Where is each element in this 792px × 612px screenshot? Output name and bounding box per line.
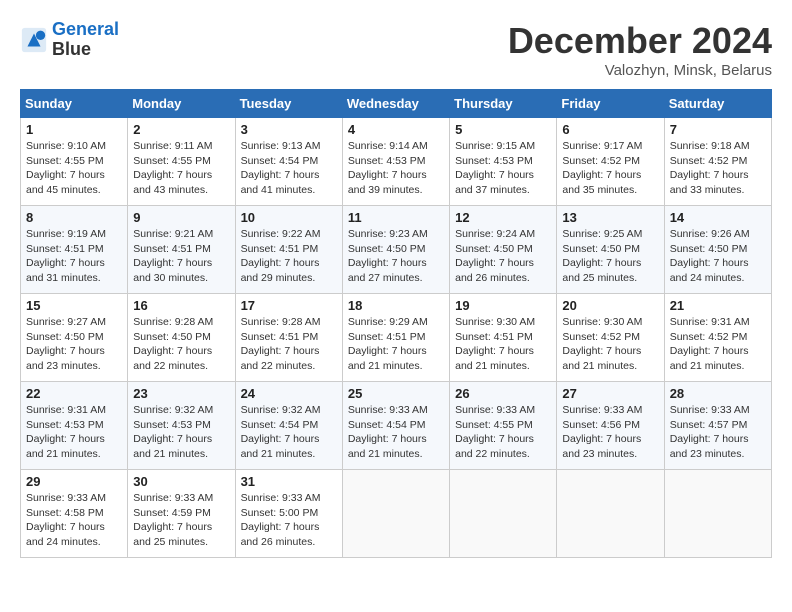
table-row: 10Sunrise: 9:22 AMSunset: 4:51 PMDayligh… [235, 206, 342, 294]
table-row: 8Sunrise: 9:19 AMSunset: 4:51 PMDaylight… [21, 206, 128, 294]
table-row: 23Sunrise: 9:32 AMSunset: 4:53 PMDayligh… [128, 382, 235, 470]
calendar-table: Sunday Monday Tuesday Wednesday Thursday… [20, 89, 772, 558]
table-row: 28Sunrise: 9:33 AMSunset: 4:57 PMDayligh… [664, 382, 771, 470]
col-friday: Friday [557, 90, 664, 118]
calendar-week-1: 1Sunrise: 9:10 AMSunset: 4:55 PMDaylight… [21, 118, 772, 206]
logo-text: General Blue [52, 20, 119, 60]
table-row: 13Sunrise: 9:25 AMSunset: 4:50 PMDayligh… [557, 206, 664, 294]
table-row: 12Sunrise: 9:24 AMSunset: 4:50 PMDayligh… [450, 206, 557, 294]
calendar-header-row: Sunday Monday Tuesday Wednesday Thursday… [21, 90, 772, 118]
logo: General Blue [20, 20, 119, 60]
table-row: 24Sunrise: 9:32 AMSunset: 4:54 PMDayligh… [235, 382, 342, 470]
col-monday: Monday [128, 90, 235, 118]
table-row: 15Sunrise: 9:27 AMSunset: 4:50 PMDayligh… [21, 294, 128, 382]
calendar-week-2: 8Sunrise: 9:19 AMSunset: 4:51 PMDaylight… [21, 206, 772, 294]
calendar-week-5: 29Sunrise: 9:33 AMSunset: 4:58 PMDayligh… [21, 470, 772, 558]
table-row: 30Sunrise: 9:33 AMSunset: 4:59 PMDayligh… [128, 470, 235, 558]
col-wednesday: Wednesday [342, 90, 449, 118]
location-subtitle: Valozhyn, Minsk, Belarus [508, 62, 772, 79]
table-row: 17Sunrise: 9:28 AMSunset: 4:51 PMDayligh… [235, 294, 342, 382]
table-row: 6Sunrise: 9:17 AMSunset: 4:52 PMDaylight… [557, 118, 664, 206]
table-row: 27Sunrise: 9:33 AMSunset: 4:56 PMDayligh… [557, 382, 664, 470]
col-sunday: Sunday [21, 90, 128, 118]
calendar-week-3: 15Sunrise: 9:27 AMSunset: 4:50 PMDayligh… [21, 294, 772, 382]
col-tuesday: Tuesday [235, 90, 342, 118]
col-saturday: Saturday [664, 90, 771, 118]
table-row [664, 470, 771, 558]
table-row: 18Sunrise: 9:29 AMSunset: 4:51 PMDayligh… [342, 294, 449, 382]
table-row: 29Sunrise: 9:33 AMSunset: 4:58 PMDayligh… [21, 470, 128, 558]
table-row: 14Sunrise: 9:26 AMSunset: 4:50 PMDayligh… [664, 206, 771, 294]
title-block: December 2024 Valozhyn, Minsk, Belarus [508, 20, 772, 79]
page-header: General Blue December 2024 Valozhyn, Min… [20, 20, 772, 79]
table-row: 16Sunrise: 9:28 AMSunset: 4:50 PMDayligh… [128, 294, 235, 382]
table-row: 2Sunrise: 9:11 AMSunset: 4:55 PMDaylight… [128, 118, 235, 206]
table-row: 25Sunrise: 9:33 AMSunset: 4:54 PMDayligh… [342, 382, 449, 470]
table-row: 11Sunrise: 9:23 AMSunset: 4:50 PMDayligh… [342, 206, 449, 294]
table-row: 3Sunrise: 9:13 AMSunset: 4:54 PMDaylight… [235, 118, 342, 206]
table-row: 19Sunrise: 9:30 AMSunset: 4:51 PMDayligh… [450, 294, 557, 382]
table-row: 7Sunrise: 9:18 AMSunset: 4:52 PMDaylight… [664, 118, 771, 206]
table-row [450, 470, 557, 558]
col-thursday: Thursday [450, 90, 557, 118]
table-row: 21Sunrise: 9:31 AMSunset: 4:52 PMDayligh… [664, 294, 771, 382]
table-row: 5Sunrise: 9:15 AMSunset: 4:53 PMDaylight… [450, 118, 557, 206]
table-row [342, 470, 449, 558]
table-row: 31Sunrise: 9:33 AMSunset: 5:00 PMDayligh… [235, 470, 342, 558]
table-row: 22Sunrise: 9:31 AMSunset: 4:53 PMDayligh… [21, 382, 128, 470]
calendar-week-4: 22Sunrise: 9:31 AMSunset: 4:53 PMDayligh… [21, 382, 772, 470]
table-row: 20Sunrise: 9:30 AMSunset: 4:52 PMDayligh… [557, 294, 664, 382]
table-row [557, 470, 664, 558]
table-row: 4Sunrise: 9:14 AMSunset: 4:53 PMDaylight… [342, 118, 449, 206]
table-row: 1Sunrise: 9:10 AMSunset: 4:55 PMDaylight… [21, 118, 128, 206]
table-row: 26Sunrise: 9:33 AMSunset: 4:55 PMDayligh… [450, 382, 557, 470]
table-row: 9Sunrise: 9:21 AMSunset: 4:51 PMDaylight… [128, 206, 235, 294]
month-title: December 2024 [508, 20, 772, 62]
logo-icon [20, 26, 48, 54]
